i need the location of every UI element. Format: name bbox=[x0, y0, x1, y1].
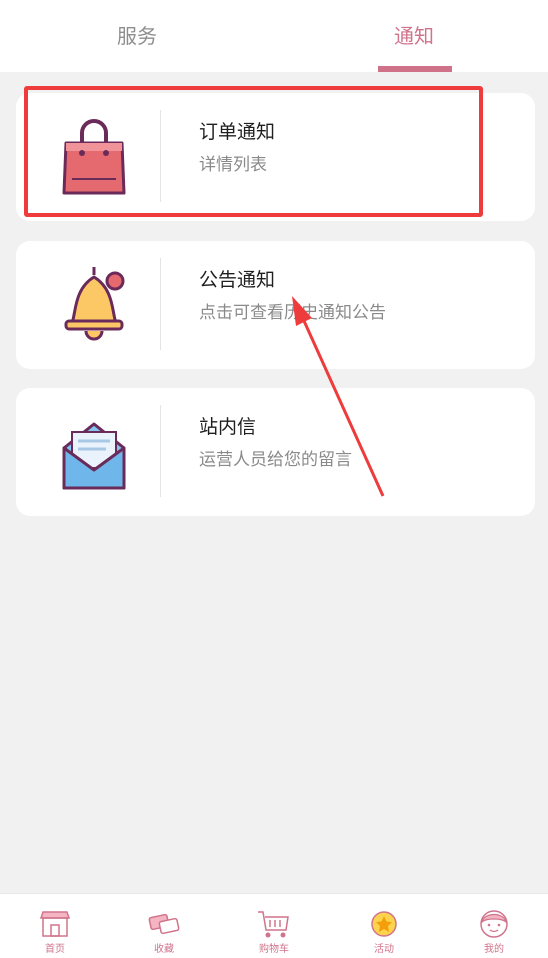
inbox-message-subtitle: 运营人员给您的留言 bbox=[199, 450, 352, 470]
order-notification-title: 订单通知 bbox=[199, 121, 276, 143]
medal-icon bbox=[371, 911, 397, 937]
nav-activity-label: 活动 bbox=[374, 944, 394, 955]
inbox-message-card[interactable]: 站内信 运营人员给您的留言 bbox=[16, 388, 535, 516]
shop-icon bbox=[39, 911, 71, 937]
bottom-navigation: 首页 收藏 购物车 活动 我的 bbox=[0, 893, 548, 958]
top-tab-bar: 服务 通知 bbox=[0, 0, 548, 72]
nav-profile[interactable]: 我的 bbox=[439, 894, 548, 958]
inbox-message-title: 站内信 bbox=[199, 416, 257, 438]
announcement-card[interactable]: 公告通知 点击可查看历史通知公告 bbox=[16, 241, 535, 369]
nav-activity[interactable]: 活动 bbox=[329, 894, 439, 958]
announcement-title: 公告通知 bbox=[199, 269, 276, 291]
nav-cart[interactable]: 购物车 bbox=[219, 894, 329, 958]
card-divider bbox=[160, 110, 161, 202]
nav-favorites[interactable]: 收藏 bbox=[109, 894, 219, 958]
tab-notices[interactable]: 通知 bbox=[354, 20, 474, 49]
envelope-icon bbox=[62, 422, 126, 490]
nav-favorites-label: 收藏 bbox=[154, 944, 174, 955]
bell-icon bbox=[64, 267, 125, 341]
active-tab-indicator bbox=[378, 66, 452, 72]
order-notification-subtitle: 详情列表 bbox=[199, 155, 267, 175]
tab-services[interactable]: 服务 bbox=[77, 20, 197, 49]
tickets-icon bbox=[148, 913, 180, 935]
nav-home-label: 首页 bbox=[45, 944, 65, 955]
shopping-bag-icon bbox=[62, 119, 126, 195]
card-divider bbox=[160, 258, 161, 350]
card-divider bbox=[160, 405, 161, 497]
nav-home[interactable]: 首页 bbox=[0, 894, 110, 958]
announcement-subtitle: 点击可查看历史通知公告 bbox=[199, 303, 386, 323]
nav-profile-label: 我的 bbox=[484, 944, 504, 955]
nav-cart-label: 购物车 bbox=[259, 944, 289, 955]
avatar-icon bbox=[480, 910, 508, 938]
order-notification-card[interactable]: 订单通知 详情列表 bbox=[16, 93, 535, 221]
cart-icon bbox=[258, 911, 289, 938]
